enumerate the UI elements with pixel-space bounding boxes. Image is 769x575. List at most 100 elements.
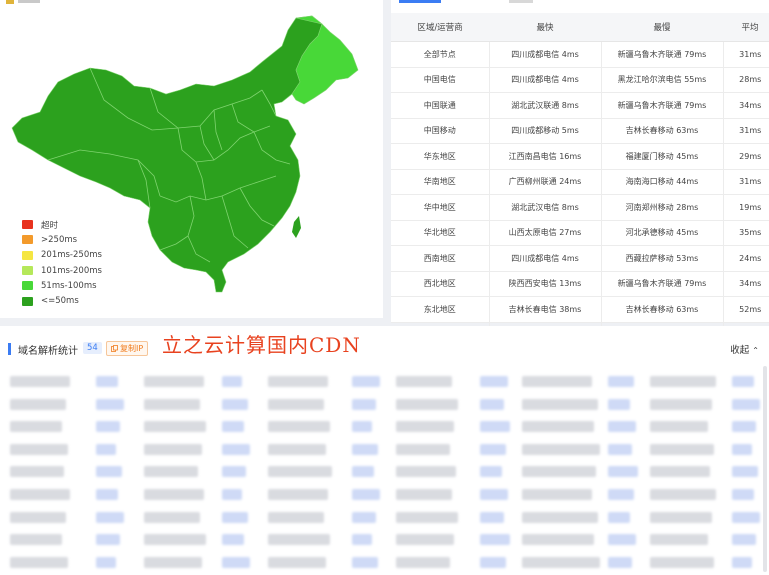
col-header-average[interactable]: 平均 xyxy=(723,13,769,42)
blurred-cell xyxy=(10,398,66,410)
slowest-cell: 海南海口移动 44ms xyxy=(600,169,723,195)
blurred-cell xyxy=(10,421,62,433)
latency-summary-panel: 区域/运营商 最快 最慢 平均 全部节点 四川成都电信 4ms 新疆乌鲁木齐联通 7… xyxy=(391,0,769,348)
fastest-cell: 湖北武汉电信 8ms xyxy=(488,194,601,221)
blurred-cell xyxy=(268,489,328,500)
average-cell: 29ms xyxy=(722,143,769,170)
map-top-badge xyxy=(6,0,40,4)
table-row: 西北地区 陕西西安电信 13ms 新疆乌鲁木齐联通 79ms 34ms xyxy=(391,271,769,297)
latency-table-header: 区域/运营商 最快 最慢 平均 xyxy=(391,13,769,42)
blurred-cell xyxy=(96,443,116,455)
blurred-cell xyxy=(650,489,716,500)
legend-label: 201ms-250ms xyxy=(41,250,102,261)
legend-swatch xyxy=(22,296,33,306)
blurred-cell xyxy=(650,466,710,478)
dns-count-badge: 54 xyxy=(83,342,102,354)
blurred-cell xyxy=(222,489,242,500)
table-row: 华中地区 湖北武汉电信 8ms 河南郑州移动 28ms 19ms xyxy=(391,194,769,221)
collapse-button[interactable]: 收起 ⌃ xyxy=(730,342,759,356)
blurred-cell xyxy=(144,534,206,546)
blurred-cell xyxy=(96,534,120,546)
fastest-cell: 江西南昌电信 16ms xyxy=(488,143,601,170)
blurred-cell xyxy=(268,421,330,433)
legend-label: >250ms xyxy=(41,234,78,245)
slowest-cell: 河南郑州移动 28ms xyxy=(600,194,723,221)
blurred-cell xyxy=(268,511,324,523)
blurred-cell xyxy=(522,376,592,387)
blurred-cell xyxy=(268,376,328,387)
blurred-row xyxy=(4,528,764,550)
collapse-label: 收起 xyxy=(730,345,750,356)
col-header-region[interactable]: 区域/运营商 xyxy=(391,13,489,42)
blurred-cell xyxy=(650,398,712,410)
legend-swatch xyxy=(22,281,33,291)
latency-map-panel: 超时 >250ms 201ms-250ms 101ms-200ms 51ms-100ms… xyxy=(0,0,383,318)
blurred-cell xyxy=(222,398,248,410)
blurred-cell xyxy=(222,556,250,568)
blurred-cell xyxy=(608,534,636,546)
col-header-slowest[interactable]: 最慢 xyxy=(601,13,723,42)
table-row: 华东地区 江西南昌电信 16ms 福建厦门移动 45ms 29ms xyxy=(391,143,769,170)
blurred-cell xyxy=(480,398,504,410)
fastest-cell: 吉林长春电信 38ms xyxy=(488,296,601,323)
blurred-cell xyxy=(732,511,760,523)
blurred-cell xyxy=(352,398,376,410)
blurred-row xyxy=(4,393,764,415)
blurred-cell xyxy=(396,466,456,478)
blurred-cell xyxy=(732,443,752,455)
copy-ip-label: 复制IP xyxy=(120,344,144,353)
legend-swatch xyxy=(22,266,33,276)
latency-table: 区域/运营商 最快 最慢 平均 全部节点 四川成都电信 4ms 新疆乌鲁木齐联通 7… xyxy=(391,13,769,348)
fastest-cell: 湖北武汉联通 8ms xyxy=(488,92,601,119)
blurred-cell xyxy=(144,511,200,523)
average-cell: 34ms xyxy=(722,92,769,119)
blurred-cell xyxy=(480,421,510,433)
average-cell: 19ms xyxy=(722,194,769,221)
blurred-cell xyxy=(522,511,598,523)
slowest-cell: 河北承德移动 45ms xyxy=(600,220,723,246)
legend-swatch xyxy=(22,235,33,245)
active-tab-indicator xyxy=(399,0,441,3)
blurred-cell xyxy=(608,511,630,523)
table-row: 西南地区 四川成都电信 4ms 西藏拉萨移动 53ms 24ms xyxy=(391,245,769,272)
slowest-cell: 吉林长春移动 63ms xyxy=(600,296,723,323)
blurred-row xyxy=(4,460,764,482)
blurred-cell xyxy=(732,466,758,478)
blurred-cell xyxy=(396,443,450,455)
blurred-cell xyxy=(650,421,708,433)
blurred-cell xyxy=(10,556,68,568)
blurred-cell xyxy=(10,443,68,455)
blurred-cell xyxy=(522,489,592,500)
blurred-cell xyxy=(10,466,64,478)
legend-item: 超时 xyxy=(22,217,102,232)
legend-label: 51ms-100ms xyxy=(41,280,97,291)
blurred-cell xyxy=(732,556,752,568)
taiwan-region[interactable] xyxy=(292,216,301,238)
col-header-fastest[interactable]: 最快 xyxy=(489,13,601,42)
vertical-scrollbar[interactable] xyxy=(763,366,767,572)
region-cell: 华东地区 xyxy=(391,143,489,170)
blurred-cell xyxy=(480,443,506,455)
blurred-cell xyxy=(144,489,204,500)
blurred-cell xyxy=(396,534,454,546)
fastest-cell: 四川成都移动 5ms xyxy=(488,118,601,144)
blurred-cell xyxy=(732,398,760,410)
blurred-cell xyxy=(732,534,756,546)
blurred-cell xyxy=(522,443,600,455)
table-row: 东北地区 吉林长春电信 38ms 吉林长春移动 63ms 52ms xyxy=(391,296,769,323)
blurred-cell xyxy=(396,511,458,523)
slowest-cell: 黑龙江哈尔滨电信 55ms xyxy=(600,67,723,93)
table-row: 全部节点 四川成都电信 4ms 新疆乌鲁木齐联通 79ms 31ms xyxy=(391,41,769,68)
legend-item: 101ms-200ms xyxy=(22,263,102,278)
slowest-cell: 新疆乌鲁木齐联通 79ms xyxy=(600,92,723,119)
blurred-cell xyxy=(480,466,502,478)
blurred-row xyxy=(4,370,764,392)
overlay-caption: 立之云计算国内CDN xyxy=(162,333,361,357)
blurred-cell xyxy=(268,534,330,546)
fastest-cell: 四川成都电信 4ms xyxy=(488,67,601,93)
region-cell: 中国联通 xyxy=(391,92,489,119)
blurred-cell xyxy=(352,489,380,500)
blurred-cell xyxy=(650,534,708,546)
blurred-cell xyxy=(608,466,638,478)
copy-ip-button[interactable]: 复制IP xyxy=(106,341,149,356)
